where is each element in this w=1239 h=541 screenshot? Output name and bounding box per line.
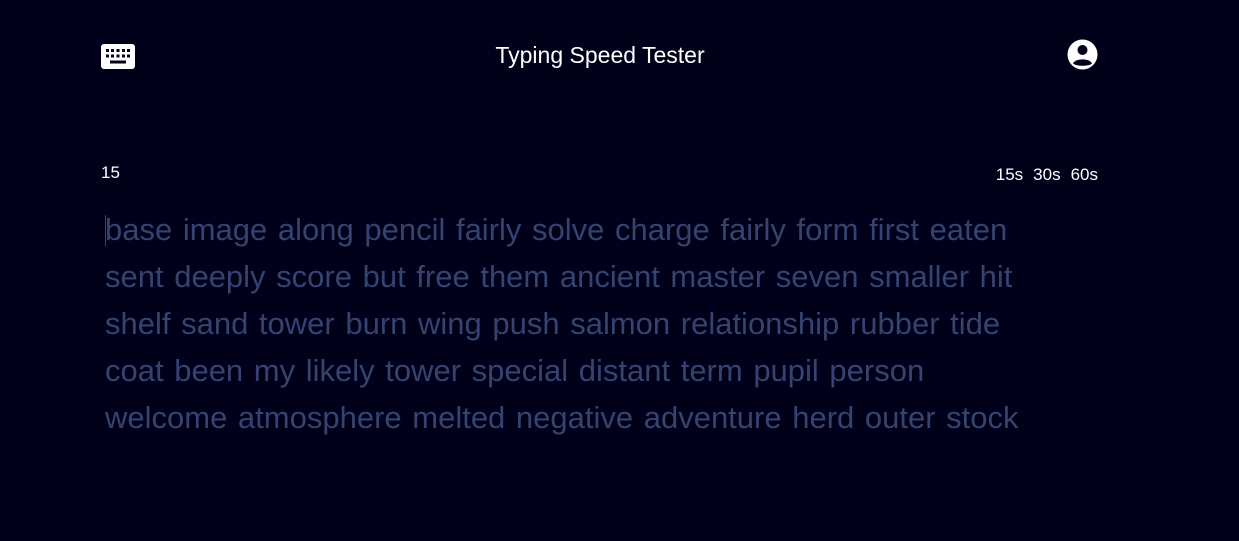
mode-60s-button[interactable]: 60s (1071, 166, 1098, 184)
countdown-timer: 15 (101, 163, 120, 182)
word-line: sent deeply score but free them ancient … (105, 259, 1013, 294)
word-line: welcome atmosphere melted negative adven… (105, 400, 1019, 435)
mode-30s-button[interactable]: 30s (1033, 166, 1060, 184)
account-circle-icon[interactable] (1067, 39, 1098, 70)
mode-15s-button[interactable]: 15s (996, 166, 1023, 184)
word-line: coat been my likely tower special distan… (105, 353, 925, 388)
app-title: Typing Speed Tester (495, 42, 705, 68)
typing-caret (105, 215, 106, 246)
typing-test-page: Typing Speed Tester 15 15s 30s 60s base … (0, 0, 1239, 541)
word-line: base image along pencil fairly solve cha… (105, 212, 1008, 247)
word-line: shelf sand tower burn wing push salmon r… (105, 306, 1001, 341)
words-area[interactable]: base image along pencil fairly solve cha… (105, 206, 1075, 441)
time-mode-selector: 15s 30s 60s (996, 166, 1098, 184)
app-header: Typing Speed Tester (0, 0, 1239, 110)
